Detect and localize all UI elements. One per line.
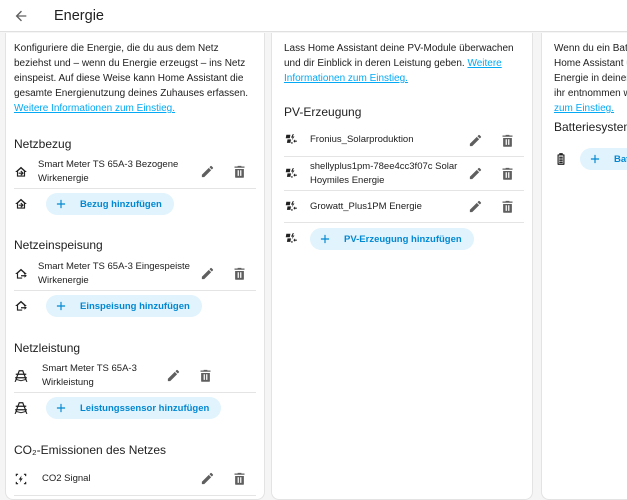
grid-settings-card: Konfiguriere die Energie, die du aus dem…	[5, 33, 265, 500]
grid-power-row: Smart Meter TS 65A-3 Wirkleistung	[14, 359, 256, 393]
add-solar-button[interactable]: PV-Erzeugung hinzufügen	[310, 228, 474, 250]
plus-icon	[54, 401, 68, 415]
solar-row-3: Growatt_Plus1PM Energie	[284, 191, 524, 223]
edit-solar-1-button[interactable]	[466, 131, 484, 149]
edit-co2-button[interactable]	[198, 470, 216, 488]
add-consumption-row: Bezug hinzufügen	[14, 193, 174, 215]
battery-description-text: Wenn du ein Batteriesystem hast, kannst …	[554, 43, 627, 99]
battery-description: Wenn du ein Batteriesystem hast, kannst …	[542, 33, 627, 116]
grid-consumption-title: Netzbezug	[14, 137, 72, 151]
trash-icon	[232, 266, 247, 281]
grid-power-label: Smart Meter TS 65A-3 Wirkleistung	[42, 362, 137, 388]
add-battery-row: Batteriesystem hinzufügen	[554, 148, 627, 170]
trash-icon	[500, 199, 515, 214]
home-import-icon	[14, 194, 34, 214]
battery-icon	[554, 149, 574, 169]
grid-return-row: Smart Meter TS 65A-3 Eingespeiste Wirken…	[14, 257, 256, 291]
solar-row-1: Fronius_Solarproduktion	[284, 124, 524, 157]
solar-power-icon	[284, 164, 304, 184]
add-solar-label: PV-Erzeugung hinzufügen	[344, 233, 462, 245]
delete-co2-button[interactable]	[230, 470, 248, 488]
pencil-icon	[200, 164, 215, 179]
pencil-icon	[166, 368, 181, 383]
transmission-tower-icon	[14, 398, 34, 418]
solar-description: Lass Home Assistant deine PV-Module über…	[272, 33, 532, 86]
edit-consumption-button[interactable]	[198, 163, 216, 181]
back-button[interactable]	[1, 0, 41, 32]
solar-power-icon	[284, 197, 304, 217]
solar-power-icon	[284, 229, 304, 249]
plus-icon	[588, 152, 602, 166]
add-consumption-button[interactable]: Bezug hinzufügen	[46, 193, 174, 215]
grid-consumption-row: Smart Meter TS 65A-3 Bezogene Wirkenergi…	[14, 155, 256, 189]
edit-return-button[interactable]	[198, 265, 216, 283]
add-power-row: Leistungssensor hinzufügen	[14, 397, 222, 419]
battery-card-inner: Wenn du ein Batteriesystem hast, kannst …	[542, 33, 627, 499]
add-battery-label: Batteriesystem hinzufügen	[614, 153, 627, 165]
grid-consumption-label: Smart Meter TS 65A-3 Bezogene Wirkenergi…	[38, 158, 179, 184]
delete-return-button[interactable]	[230, 265, 248, 283]
add-return-label: Einspeisung hinzufügen	[80, 300, 190, 312]
solar-settings-card: Lass Home Assistant deine PV-Module über…	[271, 33, 533, 500]
grid-description-text: Konfiguriere die Energie, die du aus dem…	[14, 43, 249, 99]
pencil-icon	[200, 266, 215, 281]
delete-solar-2-button[interactable]	[498, 165, 516, 183]
add-solar-row: PV-Erzeugung hinzufügen	[284, 228, 474, 250]
grid-co2-label: CO2 Signal	[42, 472, 91, 484]
solar-section-title: PV-Erzeugung	[284, 105, 362, 119]
add-battery-button[interactable]: Batteriesystem hinzufügen	[580, 148, 627, 170]
grid-return-label: Smart Meter TS 65A-3 Eingespeiste Wirken…	[38, 260, 190, 286]
plus-icon	[54, 299, 68, 313]
solar-label-3: Growatt_Plus1PM Energie	[310, 200, 422, 212]
pencil-icon	[200, 471, 215, 486]
delete-solar-3-button[interactable]	[498, 198, 516, 216]
solar-row-2: shellyplus1pm-78ee4cc3f07c Solar Hoymile…	[284, 157, 524, 191]
delete-power-button[interactable]	[196, 367, 214, 385]
home-export-icon	[14, 264, 34, 284]
grid-co2-title: CO₂-Emissionen des Netzes	[14, 443, 167, 457]
trash-icon	[232, 471, 247, 486]
delete-consumption-button[interactable]	[230, 163, 248, 181]
grid-return-title: Netzeinspeisung	[14, 238, 103, 252]
trash-icon	[198, 368, 213, 383]
battery-settings-card: Wenn du ein Batteriesystem hast, kannst …	[541, 33, 627, 500]
home-import-icon	[14, 162, 34, 182]
trash-icon	[232, 164, 247, 179]
add-power-button[interactable]: Leistungssensor hinzufügen	[46, 397, 222, 419]
solar-label-1: Fronius_Solarproduktion	[310, 134, 414, 145]
co2-icon	[14, 469, 34, 489]
top-app-bar: Energie	[0, 0, 627, 32]
edit-solar-3-button[interactable]	[466, 198, 484, 216]
pencil-icon	[468, 166, 483, 181]
grid-co2-row: CO2 Signal	[14, 462, 256, 496]
add-consumption-label: Bezug hinzufügen	[80, 198, 162, 210]
pencil-icon	[468, 199, 483, 214]
home-export-icon	[14, 296, 34, 316]
add-return-row: Einspeisung hinzufügen	[14, 295, 202, 317]
edit-solar-2-button[interactable]	[466, 165, 484, 183]
grid-power-title: Netzleistung	[14, 341, 81, 355]
transmission-tower-icon	[14, 366, 34, 386]
pencil-icon	[468, 133, 483, 148]
delete-solar-1-button[interactable]	[498, 131, 516, 149]
add-power-label: Leistungssensor hinzufügen	[80, 402, 210, 414]
arrow-left-icon	[13, 8, 29, 24]
trash-icon	[500, 133, 515, 148]
page-title: Energie	[54, 7, 104, 24]
grid-learn-more-link[interactable]: Weitere Informationen zum Einstieg.	[14, 103, 175, 114]
add-return-button[interactable]: Einspeisung hinzufügen	[46, 295, 202, 317]
edit-power-button[interactable]	[164, 367, 182, 385]
grid-description: Konfiguriere die Energie, die du aus dem…	[6, 33, 264, 116]
solar-power-icon	[284, 130, 304, 150]
trash-icon	[500, 166, 515, 181]
plus-icon	[54, 197, 68, 211]
plus-icon	[318, 232, 332, 246]
solar-label-2: shellyplus1pm-78ee4cc3f07c Solar Hoymile…	[310, 160, 458, 186]
battery-section-title: Batteriesystem	[554, 120, 627, 134]
